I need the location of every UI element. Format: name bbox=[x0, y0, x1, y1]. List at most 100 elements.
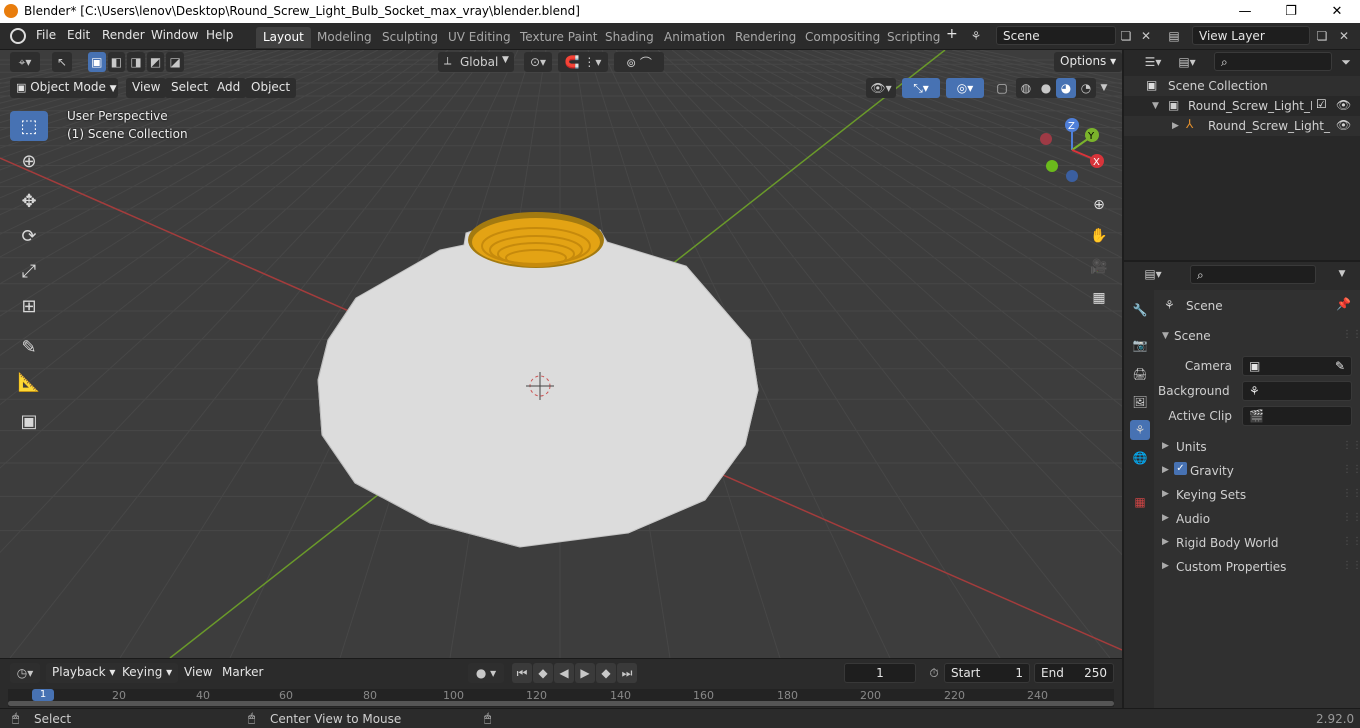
timeline-scrollbar[interactable] bbox=[8, 701, 1114, 706]
scene-tab-icon[interactable]: ⚘ bbox=[1130, 420, 1150, 440]
panel-expand-icon[interactable]: ▶ bbox=[1162, 561, 1169, 571]
tab-scripting[interactable]: Scripting bbox=[880, 27, 947, 48]
eye-icon[interactable]: 👁 bbox=[1336, 118, 1351, 132]
select-extend-icon[interactable]: ◧ bbox=[107, 52, 126, 72]
gizmo-toggle-icon[interactable]: ⤡▾ bbox=[902, 78, 940, 98]
clock-icon[interactable]: ⏱ bbox=[924, 663, 944, 683]
auto-keying-icon[interactable]: ● ▾ bbox=[468, 663, 504, 683]
shading-options-icon[interactable]: ▼ bbox=[1096, 78, 1112, 98]
tab-layout[interactable]: Layout bbox=[256, 27, 311, 48]
tool-tab-icon[interactable]: 🔧 bbox=[1130, 300, 1150, 320]
playhead[interactable]: 1 bbox=[32, 689, 54, 701]
drag-handle-icon[interactable]: ⋮⋮ bbox=[1342, 440, 1360, 451]
active-tool-icon[interactable]: ↖ bbox=[52, 52, 72, 72]
minimize-button[interactable]: — bbox=[1222, 0, 1268, 23]
pin-icon[interactable]: 📌 bbox=[1336, 297, 1351, 311]
ortho-grid-icon[interactable]: ▦ bbox=[1087, 286, 1111, 310]
material-preview-icon[interactable]: ◕ bbox=[1056, 78, 1076, 98]
visibility-icon[interactable]: 👁▾ bbox=[866, 78, 896, 98]
blender-menu-icon[interactable] bbox=[10, 28, 26, 44]
maximize-button[interactable]: ❐ bbox=[1268, 0, 1314, 23]
viewport-menu-view[interactable]: View bbox=[126, 78, 167, 98]
move-icon[interactable]: ✥ bbox=[10, 186, 48, 216]
add-workspace-button[interactable]: + bbox=[946, 26, 958, 42]
cursor-icon[interactable]: ⊕ bbox=[10, 146, 48, 176]
outliner-row-collection[interactable]: ▼ ▣ Round_Screw_Light_Bulb ☑ 👁 bbox=[1124, 96, 1360, 116]
panel-rigid-body-world[interactable]: ▶ Rigid Body World ⋮⋮ bbox=[1154, 532, 1360, 554]
properties-editor-type-icon[interactable]: ▤▾ bbox=[1138, 264, 1168, 284]
solid-shading-icon[interactable]: ● bbox=[1036, 78, 1056, 98]
exclude-checkbox-icon[interactable]: ☑ bbox=[1316, 97, 1327, 111]
properties-options-icon[interactable]: ▼ bbox=[1332, 264, 1352, 284]
select-new-icon[interactable]: ▣ bbox=[88, 52, 106, 72]
expand-icon[interactable]: ▼ bbox=[1152, 101, 1159, 111]
scale-icon[interactable]: ⤢ bbox=[10, 256, 48, 286]
view-layer-icon[interactable]: ▤ bbox=[1164, 26, 1184, 46]
overlay-toggle-icon[interactable]: ◎▾ bbox=[946, 78, 984, 98]
annotate-icon[interactable]: ✎ bbox=[10, 332, 48, 362]
start-frame-field[interactable]: Start 1 bbox=[944, 663, 1030, 683]
editor-type-icon[interactable]: ⌖▾ bbox=[10, 52, 40, 72]
delete-scene-icon[interactable]: ✕ bbox=[1136, 26, 1156, 46]
outliner-row-object[interactable]: ▶ ⅄ Round_Screw_Light_ 👁 bbox=[1124, 116, 1360, 136]
timeline-editor-type-icon[interactable]: ◷▾ bbox=[10, 663, 40, 683]
delete-view-layer-icon[interactable]: ✕ bbox=[1334, 26, 1354, 46]
tab-sculpting[interactable]: Sculpting bbox=[375, 27, 445, 48]
eyedropper-icon[interactable]: ✎ bbox=[1335, 359, 1345, 373]
timeline-menu-keying[interactable]: Keying ▾ bbox=[116, 663, 179, 683]
tab-animation[interactable]: Animation bbox=[657, 27, 732, 48]
new-scene-icon[interactable]: ❏ bbox=[1116, 26, 1136, 46]
drag-handle-icon[interactable]: ⋮⋮ bbox=[1342, 329, 1360, 340]
viewport-menu-add[interactable]: Add bbox=[211, 78, 247, 98]
transform-orientation-select[interactable]: ⟂ Global ▼ bbox=[438, 52, 514, 72]
3d-viewport[interactable]: ⟂ Global ▼ ⊙▾ 🧲 ⋮▾ ⊚ ⌒ Options ▾ ▣ Objec… bbox=[0, 50, 1122, 658]
prev-keyframe-icon[interactable]: ◆ bbox=[533, 663, 553, 683]
expand-icon[interactable]: ▶ bbox=[1172, 121, 1179, 131]
timeline-ruler[interactable]: 1 20 40 60 80 100 120 140 160 180 200 22… bbox=[8, 689, 1114, 707]
view-layer-tab-icon[interactable]: 🖼 bbox=[1130, 392, 1150, 412]
tab-uv-editing[interactable]: UV Editing bbox=[441, 27, 518, 48]
add-cube-icon[interactable]: ▣ bbox=[10, 406, 48, 436]
new-view-layer-icon[interactable]: ❏ bbox=[1312, 26, 1332, 46]
eye-icon[interactable]: 👁 bbox=[1336, 98, 1351, 112]
menu-help[interactable]: Help bbox=[206, 28, 233, 42]
texture-tab-icon[interactable]: ▦ bbox=[1130, 492, 1150, 512]
properties-search-input[interactable]: ⌕ bbox=[1190, 265, 1316, 284]
drag-handle-icon[interactable]: ⋮⋮ bbox=[1342, 536, 1360, 547]
panel-scene-header[interactable]: ▼ Scene ⋮⋮ bbox=[1154, 326, 1360, 346]
play-reverse-icon[interactable]: ◀ bbox=[554, 663, 574, 683]
timeline-menu-view[interactable]: View bbox=[178, 663, 218, 683]
outliner-display-mode-icon[interactable]: ▤▾ bbox=[1172, 52, 1202, 72]
options-button[interactable]: Options ▾ bbox=[1054, 52, 1122, 72]
play-icon[interactable]: ▶ bbox=[575, 663, 595, 683]
scene-icon[interactable]: ⚘ bbox=[966, 26, 986, 46]
panel-expand-icon[interactable]: ▶ bbox=[1162, 489, 1169, 499]
scene-selector[interactable]: Scene bbox=[996, 26, 1116, 45]
outliner-search-input[interactable]: ⌕ bbox=[1214, 52, 1332, 71]
drag-handle-icon[interactable]: ⋮⋮ bbox=[1342, 488, 1360, 499]
panel-expand-icon[interactable]: ▶ bbox=[1162, 465, 1169, 475]
timeline-menu-marker[interactable]: Marker bbox=[216, 663, 269, 683]
tab-modeling[interactable]: Modeling bbox=[310, 27, 379, 48]
outliner-row-root[interactable]: ▣ Scene Collection bbox=[1124, 76, 1360, 96]
mode-select[interactable]: ▣ Object Mode ▼ bbox=[10, 78, 118, 98]
pan-hand-icon[interactable]: ✋ bbox=[1087, 224, 1111, 248]
timeline-menu-playback[interactable]: Playback ▾ bbox=[46, 663, 122, 683]
rendered-shading-icon[interactable]: ◔ bbox=[1076, 78, 1096, 98]
drag-handle-icon[interactable]: ⋮⋮ bbox=[1342, 512, 1360, 523]
menu-render[interactable]: Render bbox=[102, 28, 145, 42]
render-tab-icon[interactable]: 📷 bbox=[1130, 335, 1150, 355]
camera-view-icon[interactable]: 🎥 bbox=[1087, 255, 1111, 279]
transform-icon[interactable]: ⊞ bbox=[10, 291, 48, 321]
panel-expand-icon[interactable]: ▶ bbox=[1162, 441, 1169, 451]
panel-expand-icon[interactable]: ▶ bbox=[1162, 537, 1169, 547]
panel-custom-properties[interactable]: ▶ Custom Properties ⋮⋮ bbox=[1154, 556, 1360, 578]
end-frame-field[interactable]: End 250 bbox=[1034, 663, 1114, 683]
pivot-point-icon[interactable]: ⊙▾ bbox=[524, 52, 552, 72]
xray-toggle-icon[interactable]: ▢ bbox=[992, 78, 1012, 98]
tab-rendering[interactable]: Rendering bbox=[728, 27, 803, 48]
drag-handle-icon[interactable]: ⋮⋮ bbox=[1342, 560, 1360, 571]
menu-window[interactable]: Window bbox=[151, 28, 198, 42]
rotate-icon[interactable]: ⟳ bbox=[10, 221, 48, 251]
close-button[interactable]: ✕ bbox=[1314, 0, 1360, 23]
